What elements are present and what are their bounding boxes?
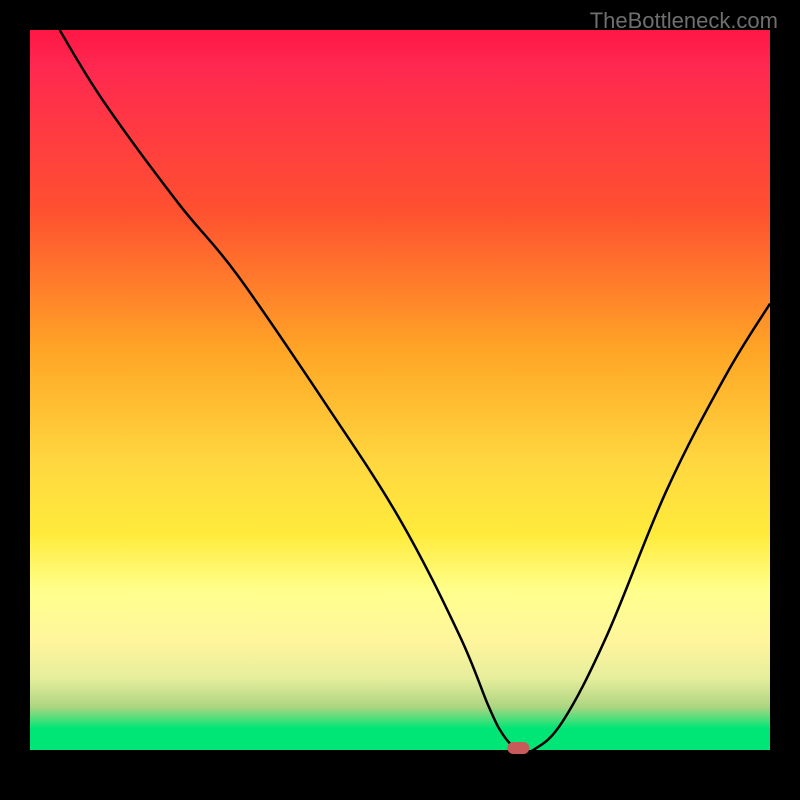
optimal-point-marker [507, 742, 529, 754]
watermark-text: TheBottleneck.com [590, 8, 778, 34]
chart-container: TheBottleneck.com [0, 0, 800, 800]
chart-svg-layer [30, 30, 770, 750]
bottleneck-curve [60, 30, 770, 753]
